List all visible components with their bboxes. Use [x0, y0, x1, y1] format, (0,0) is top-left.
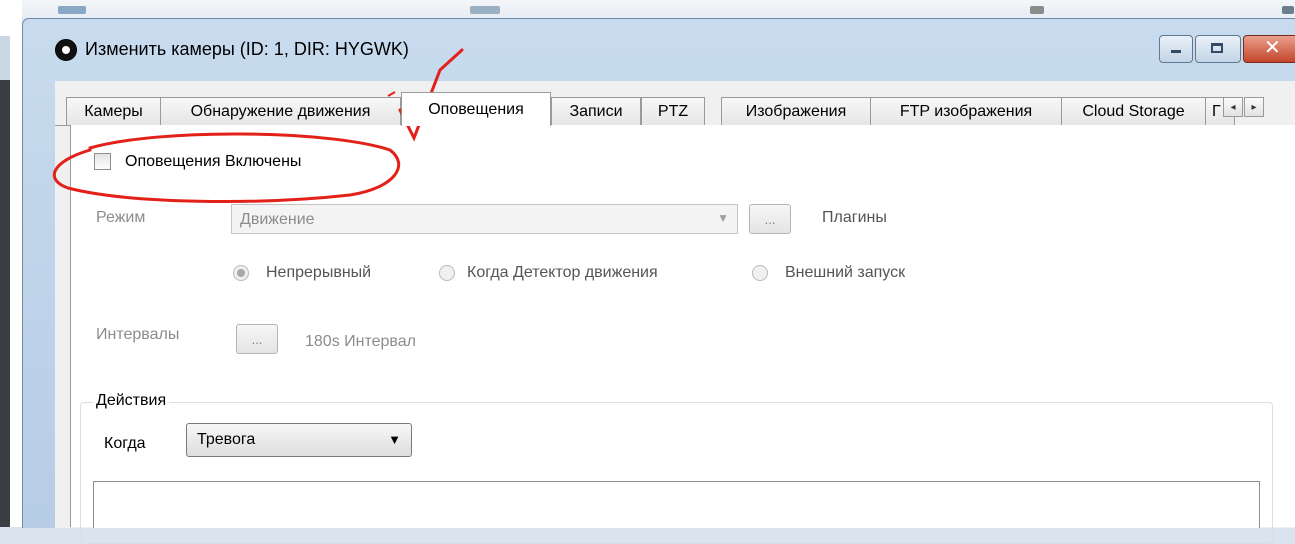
chevron-down-icon: ▼ [717, 211, 729, 225]
desktop-icon [470, 6, 500, 14]
desktop-background [0, 0, 1295, 18]
maximize-button[interactable] [1195, 35, 1241, 63]
desktop-panel [0, 36, 10, 80]
tab-ftp-images[interactable]: FTP изображения [870, 97, 1062, 125]
tab-cameras[interactable]: Камеры [66, 97, 161, 125]
actions-list[interactable] [93, 481, 1260, 528]
tab-images[interactable]: Изображения [721, 97, 871, 125]
actions-legend: Действия [93, 392, 170, 410]
tab-label: Записи [569, 102, 623, 120]
radio-motion-detector-label[interactable]: Когда Детектор движения [467, 264, 658, 282]
when-value: Тревога [197, 431, 256, 448]
close-icon: ✕ [1264, 37, 1281, 59]
intervals-value: 180s Интервал [305, 333, 416, 350]
radio-motion-detector[interactable] [439, 265, 455, 281]
desktop-panel [0, 80, 10, 527]
intervals-button[interactable]: ... [236, 324, 278, 354]
tab-scroll-right-button[interactable]: ▸ [1244, 97, 1264, 117]
minimize-button[interactable] [1159, 35, 1193, 63]
chevron-down-icon: ▼ [388, 432, 401, 447]
radio-continuous-label[interactable]: Непрерывный [266, 264, 371, 282]
tab-alerts[interactable]: Оповещения [401, 92, 551, 126]
plugins-label: Плагины [822, 209, 887, 226]
desktop-icon [1030, 6, 1044, 14]
tab-cloud-storage[interactable]: Cloud Storage [1061, 97, 1206, 125]
alerts-enabled-checkbox[interactable] [94, 153, 111, 170]
tab-ptz[interactable]: PTZ [641, 97, 705, 125]
mode-label: Режим [96, 209, 146, 226]
window-title: Изменить камеры (ID: 1, DIR: HYGWK) [85, 39, 409, 59]
maximize-icon [1211, 43, 1223, 53]
desktop-icon [58, 6, 86, 14]
tab-label: Камеры [84, 102, 143, 120]
tab-motion-detection[interactable]: Обнаружение движения [160, 97, 401, 125]
alerts-enabled-label[interactable]: Оповещения Включены [125, 153, 301, 171]
plugins-button[interactable]: ... [749, 204, 791, 234]
when-label: Когда [104, 435, 146, 452]
close-button[interactable]: ✕ [1243, 35, 1295, 63]
title-bar[interactable]: Изменить камеры (ID: 1, DIR: HYGWK) ✕ [23, 19, 1295, 81]
radio-external-trigger[interactable] [752, 265, 768, 281]
tab-label: Cloud Storage [1082, 102, 1185, 120]
tab-label: Изображения [745, 102, 847, 120]
tab-recordings[interactable]: Записи [551, 97, 641, 125]
camera-eye-icon [55, 39, 77, 61]
mode-dropdown[interactable]: Движение ▼ [231, 204, 738, 234]
tab-label: Оповещения [428, 100, 524, 118]
radio-external-trigger-label[interactable]: Внешний запуск [785, 264, 905, 282]
radio-continuous[interactable] [233, 265, 249, 281]
tab-label: Г [1212, 102, 1221, 120]
tab-scroll-left-button[interactable]: ◂ [1223, 97, 1243, 117]
minimize-icon [1171, 50, 1181, 53]
desktop-icon [1282, 6, 1294, 14]
tab-label: PTZ [657, 102, 689, 120]
mode-value: Движение [240, 211, 315, 228]
tab-label: FTP изображения [899, 102, 1033, 120]
when-dropdown[interactable]: Тревога ▼ [186, 423, 412, 457]
tab-label: Обнаружение движения [190, 102, 371, 120]
intervals-label: Интервалы [96, 326, 180, 343]
